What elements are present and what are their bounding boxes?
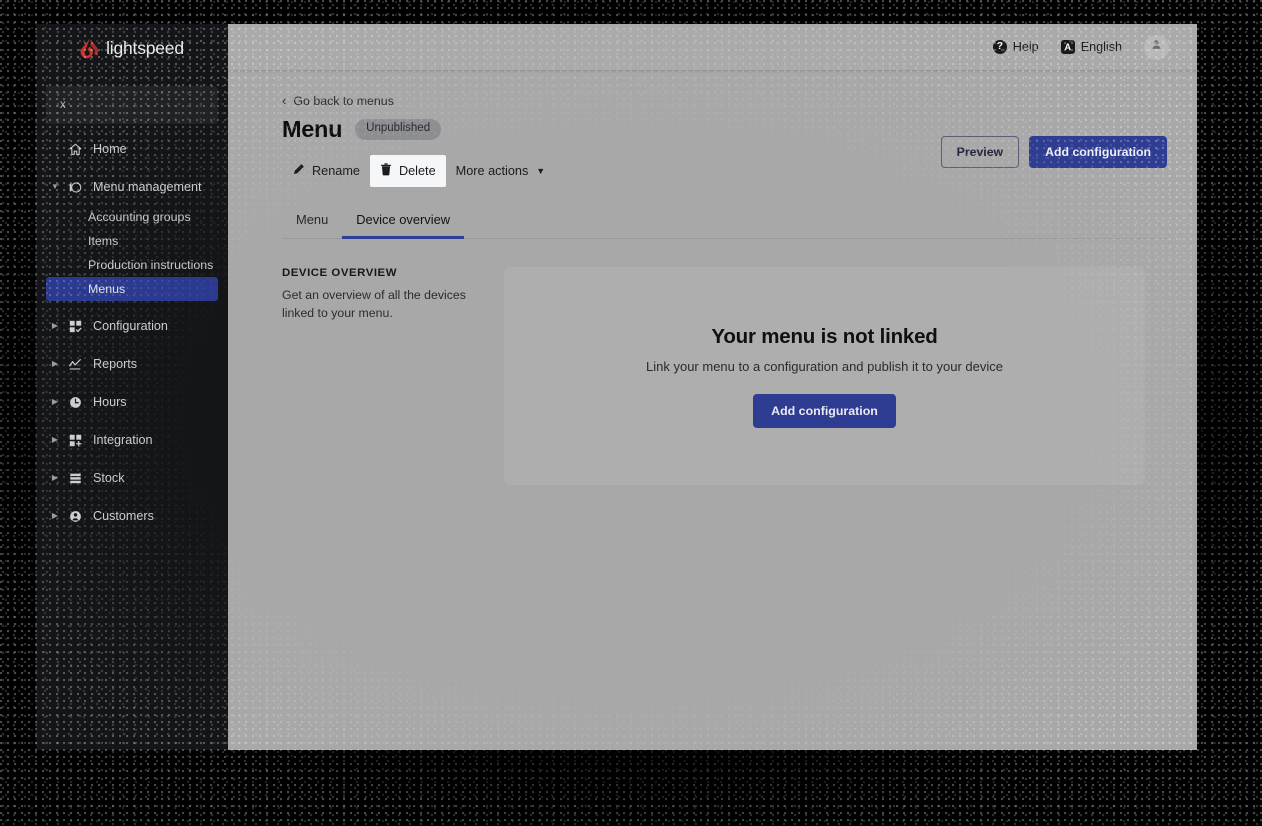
chevron-left-icon: ‹: [282, 93, 287, 108]
language-label: English: [1080, 40, 1122, 54]
back-to-menus-link[interactable]: ‹ Go back to menus: [282, 94, 394, 108]
rename-label: Rename: [312, 164, 360, 179]
pencil-icon: [292, 163, 305, 179]
title-row: Menu Unpublished: [282, 115, 555, 143]
chevron-right-icon: ▶: [51, 359, 59, 368]
more-actions-label: More actions: [455, 164, 529, 179]
page-header: Menu Unpublished Rename Delete More acti…: [282, 115, 1167, 188]
sidebar-item-hours[interactable]: ▶ Hours: [46, 389, 218, 415]
sidebar-item-label: Home: [93, 142, 127, 156]
chevron-right-icon: ▶: [51, 435, 59, 444]
question-mark-circle-icon: ?: [992, 40, 1007, 54]
action-toolbar: Rename Delete More actions ▼: [282, 155, 556, 188]
section-subtext: Get an overview of all the devices linke…: [282, 288, 466, 320]
sidebar: lightspeed x Home ▼ Menu management Acco…: [36, 24, 228, 750]
search-input-value: x: [60, 99, 66, 111]
sidebar-item-label: Menu management: [93, 180, 202, 194]
hours-icon: [64, 396, 86, 409]
lightspeed-flame-icon: [80, 38, 99, 60]
sidebar-item-menu-management[interactable]: ▼ Menu management: [46, 174, 218, 200]
language-switcher[interactable]: A English: [1060, 40, 1122, 54]
page-title: Menu: [282, 115, 343, 142]
chevron-right-icon: ▶: [51, 511, 59, 520]
sidebar-item-integration[interactable]: ▶ Integration: [46, 427, 218, 453]
sidebar-item-label: Stock: [93, 471, 125, 485]
screen: lightspeed x Home ▼ Menu management Acco…: [0, 0, 1262, 826]
sidebar-subitem-items[interactable]: Items: [46, 229, 218, 253]
sidebar-item-label: Hours: [93, 395, 127, 409]
delete-label: Delete: [398, 164, 436, 179]
rename-button[interactable]: Rename: [282, 155, 370, 187]
add-configuration-button[interactable]: Add configuration: [1029, 135, 1167, 168]
sidebar-nav: Home ▼ Menu management Accounting groups…: [36, 132, 228, 529]
empty-state-add-configuration-button[interactable]: Add configuration: [753, 393, 896, 428]
chevron-right-icon: ▶: [51, 397, 59, 406]
application-window: lightspeed x Home ▼ Menu management Acco…: [36, 24, 1197, 750]
sidebar-item-home[interactable]: Home: [46, 136, 218, 162]
more-actions-button[interactable]: More actions ▼: [446, 156, 556, 186]
trash-icon: [380, 163, 392, 179]
sidebar-item-label: Integration: [93, 433, 153, 447]
menu-management-icon: [64, 181, 86, 194]
stock-icon: [64, 472, 86, 485]
status-badge: Unpublished: [355, 119, 442, 140]
chevron-down-icon: ▼: [51, 182, 59, 191]
user-avatar-button[interactable]: [1144, 34, 1169, 60]
delete-button[interactable]: Delete: [369, 155, 446, 188]
main-area: ? Help A English ‹ Go back to menus Menu…: [228, 24, 1197, 750]
empty-state-card: Your menu is not linked Link your menu t…: [504, 267, 1145, 486]
sidebar-subitem-production-instructions[interactable]: Production instructions: [46, 253, 218, 277]
user-avatar-icon: [1150, 38, 1163, 56]
empty-state-title: Your menu is not linked: [711, 324, 938, 348]
brand-name: lightspeed: [106, 38, 184, 58]
home-icon: [64, 143, 86, 156]
reports-icon: [64, 358, 86, 371]
translate-icon: A: [1060, 40, 1075, 54]
empty-state-subtitle: Link your menu to a configuration and pu…: [646, 358, 1003, 374]
sidebar-search-input[interactable]: x: [46, 86, 218, 124]
preview-button[interactable]: Preview: [940, 135, 1020, 168]
help-label: Help: [1012, 40, 1039, 54]
sidebar-subitem-accounting-groups[interactable]: Accounting groups: [46, 205, 218, 229]
section-description: DEVICE OVERVIEW Get an overview of all t…: [282, 267, 488, 485]
device-overview-section: DEVICE OVERVIEW Get an overview of all t…: [282, 267, 1167, 486]
tab-device-overview[interactable]: Device overview: [342, 203, 465, 240]
page-content: ‹ Go back to menus Menu Unpublished Rena…: [228, 70, 1197, 750]
section-kicker: DEVICE OVERVIEW: [282, 267, 398, 280]
sidebar-item-customers[interactable]: ▶ Customers: [46, 503, 218, 529]
sidebar-item-configuration[interactable]: ▶ Configuration: [46, 313, 218, 339]
chevron-down-icon: ▼: [536, 166, 546, 177]
sidebar-item-label: Configuration: [93, 319, 168, 333]
help-button[interactable]: ? Help: [992, 40, 1039, 54]
tab-bar: Menu Device overview: [282, 203, 1167, 240]
chevron-right-icon: ▶: [51, 473, 59, 482]
configuration-icon: [64, 320, 86, 333]
chevron-right-icon: ▶: [51, 321, 59, 330]
sidebar-item-stock[interactable]: ▶ Stock: [46, 465, 218, 491]
page-header-actions: Preview Add configuration: [940, 117, 1167, 168]
page-header-left: Menu Unpublished Rename Delete More acti…: [282, 115, 556, 188]
integration-icon: [64, 434, 86, 447]
tab-menu[interactable]: Menu: [282, 203, 342, 239]
top-bar: ? Help A English: [228, 24, 1197, 70]
back-link-label: Go back to menus: [293, 93, 394, 108]
customers-icon: [64, 510, 86, 523]
brand-logo[interactable]: lightspeed: [36, 24, 228, 71]
sidebar-item-label: Customers: [93, 509, 154, 523]
sidebar-item-reports[interactable]: ▶ Reports: [46, 351, 218, 377]
sidebar-subitem-menus[interactable]: Menus: [46, 277, 218, 301]
sidebar-item-label: Reports: [93, 357, 138, 371]
